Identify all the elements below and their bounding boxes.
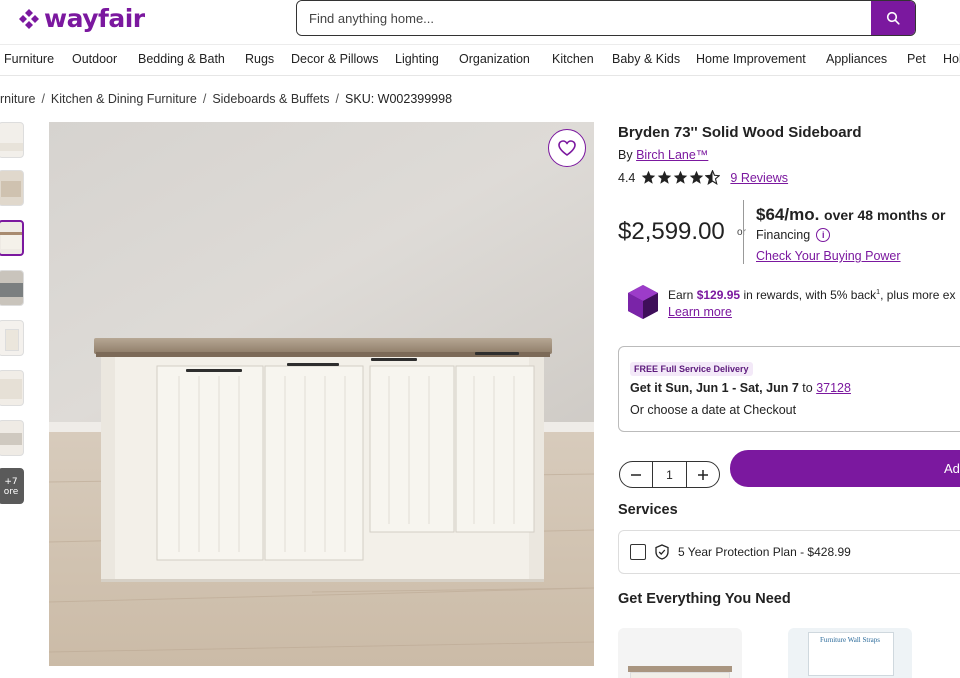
price-or-label: or bbox=[737, 227, 746, 238]
product-price: $2,599.00 bbox=[618, 218, 725, 245]
financing-monthly: $64/mo. over 48 months or bbox=[756, 205, 946, 224]
recommendation-card[interactable] bbox=[618, 628, 742, 678]
star-icon bbox=[658, 170, 672, 184]
favorite-button[interactable] bbox=[548, 129, 586, 167]
gallery-thumbnail[interactable] bbox=[0, 170, 24, 206]
half-star-icon bbox=[705, 170, 721, 185]
search-bar bbox=[296, 0, 916, 36]
shield-check-icon bbox=[655, 544, 669, 560]
check-buying-power-link[interactable]: Check Your Buying Power bbox=[756, 249, 901, 263]
breadcrumb-kitchen-dining[interactable]: Kitchen & Dining Furniture bbox=[51, 92, 197, 106]
delivery-estimate: Get it Sun, Jun 1 - Sat, Jun 7 to 37128 bbox=[630, 381, 851, 395]
star-icon bbox=[642, 170, 656, 184]
rewards-text: Earn $129.95 in rewards, with 5% back1, … bbox=[668, 288, 956, 302]
logo-text: wayfair bbox=[44, 4, 145, 33]
gallery-thumbnail[interactable] bbox=[0, 270, 24, 306]
product-rating: 4.4 9 Reviews bbox=[618, 170, 788, 185]
nav-item-pet[interactable]: Pet bbox=[907, 52, 926, 66]
plus-icon bbox=[698, 469, 708, 480]
nav-item-furniture[interactable]: Furniture bbox=[4, 52, 54, 66]
nav-item-holiday[interactable]: Hol bbox=[943, 52, 960, 66]
nav-item-appliances[interactable]: Appliances bbox=[826, 52, 887, 66]
star-icon bbox=[674, 170, 688, 184]
gallery-more-button[interactable]: +7 ore bbox=[0, 468, 24, 504]
info-icon[interactable]: i bbox=[816, 228, 831, 242]
nav-item-outdoor[interactable]: Outdoor bbox=[72, 52, 117, 66]
rating-value: 4.4 bbox=[618, 170, 636, 185]
free-delivery-badge: FREE Full Service Delivery bbox=[630, 362, 753, 376]
gallery-thumbnail[interactable] bbox=[0, 122, 24, 158]
rating-stars bbox=[641, 170, 721, 185]
search-button[interactable] bbox=[871, 1, 915, 35]
breadcrumb-furniture[interactable]: rniture bbox=[0, 92, 35, 106]
gallery-thumbnail[interactable] bbox=[0, 320, 24, 356]
product-image[interactable] bbox=[49, 122, 594, 666]
reviews-link[interactable]: 9 Reviews bbox=[730, 171, 788, 185]
nav-item-rugs[interactable]: Rugs bbox=[245, 52, 274, 66]
category-nav: Furniture Outdoor Bedding & Bath Rugs De… bbox=[0, 44, 960, 76]
add-to-cart-button[interactable]: Ad bbox=[730, 450, 960, 487]
breadcrumb-sku: SKU: W002399998 bbox=[345, 92, 453, 106]
nav-item-organization[interactable]: Organization bbox=[459, 52, 530, 66]
product-title: Bryden 73'' Solid Wood Sideboard bbox=[618, 124, 862, 141]
heart-icon bbox=[558, 140, 576, 156]
choose-date-text: Or choose a date at Checkout bbox=[630, 403, 797, 417]
rewards-learn-more-link[interactable]: Learn more bbox=[668, 305, 732, 319]
financing-divider bbox=[743, 200, 744, 264]
wayfair-logo[interactable]: wayfair bbox=[18, 4, 145, 33]
nav-item-decor-pillows[interactable]: Decor & Pillows bbox=[291, 52, 379, 66]
brand-link[interactable]: Birch Lane™ bbox=[636, 148, 708, 162]
gallery-thumbnail[interactable] bbox=[0, 370, 24, 406]
quantity-value[interactable]: 1 bbox=[652, 462, 687, 487]
financing-label: Financing i bbox=[756, 228, 831, 242]
minus-icon bbox=[631, 473, 641, 476]
search-icon bbox=[886, 11, 900, 25]
wayfair-logo-icon bbox=[19, 8, 39, 29]
quantity-stepper: 1 bbox=[619, 461, 720, 488]
site-header: wayfair bbox=[0, 0, 960, 44]
star-icon bbox=[690, 170, 704, 184]
search-input[interactable] bbox=[297, 1, 871, 35]
product-brand: By Birch Lane™ bbox=[618, 148, 709, 162]
nav-item-baby-kids[interactable]: Baby & Kids bbox=[612, 52, 680, 66]
get-everything-heading: Get Everything You Need bbox=[618, 591, 791, 607]
decrement-button[interactable] bbox=[620, 462, 652, 487]
gallery-thumbnail-active[interactable] bbox=[0, 220, 24, 256]
rewards-cube-icon bbox=[628, 285, 658, 319]
services-heading: Services bbox=[618, 502, 678, 518]
gallery-thumbnail[interactable] bbox=[0, 420, 24, 456]
breadcrumb-sideboards[interactable]: Sideboards & Buffets bbox=[212, 92, 329, 106]
protection-plan-checkbox[interactable] bbox=[630, 544, 646, 560]
sideboard-image bbox=[49, 122, 594, 666]
delivery-zip-link[interactable]: 37128 bbox=[816, 381, 851, 395]
recommendation-card[interactable]: Furniture Wall Straps bbox=[788, 628, 912, 678]
nav-item-lighting[interactable]: Lighting bbox=[395, 52, 439, 66]
recommendation-label: Furniture Wall Straps bbox=[820, 636, 880, 644]
nav-item-kitchen[interactable]: Kitchen bbox=[552, 52, 594, 66]
protection-plan-label: 5 Year Protection Plan - $428.99 bbox=[678, 545, 851, 559]
nav-item-home-improvement[interactable]: Home Improvement bbox=[696, 52, 806, 66]
breadcrumb: rniture / Kitchen & Dining Furniture / Sideb… bbox=[0, 92, 453, 106]
nav-item-bedding-bath[interactable]: Bedding & Bath bbox=[138, 52, 225, 66]
increment-button[interactable] bbox=[687, 462, 719, 487]
